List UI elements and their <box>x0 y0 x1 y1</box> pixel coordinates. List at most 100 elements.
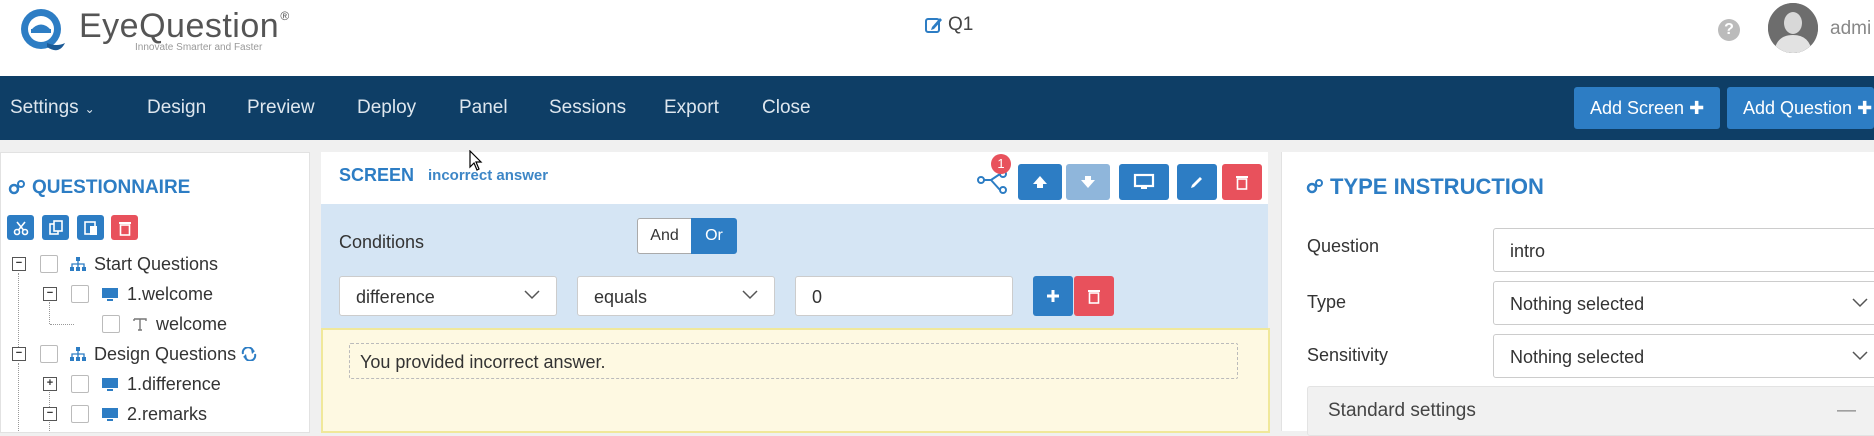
tree-item-label: Design Questions <box>94 343 237 364</box>
tree-item-remarks-screen[interactable]: − 2.remarks <box>43 401 207 427</box>
add-screen-button[interactable]: Add Screen ✚ <box>1574 87 1721 129</box>
nav-export[interactable]: Export <box>664 97 719 119</box>
add-question-button[interactable]: Add Question ✚ <box>1727 87 1874 129</box>
sitemap-icon <box>70 347 86 361</box>
collapse-icon[interactable]: − <box>12 257 26 271</box>
standard-settings-label: Standard settings <box>1328 400 1476 421</box>
copy-button[interactable] <box>42 215 69 240</box>
nav-preview[interactable]: Preview <box>247 97 315 119</box>
mouse-pointer-icon <box>469 150 483 171</box>
tree-checkbox[interactable] <box>71 285 89 303</box>
nav-design[interactable]: Design <box>147 97 206 119</box>
question-label: Question <box>1307 236 1380 256</box>
gears-icon <box>1306 179 1323 194</box>
condition-value-input[interactable]: 0 <box>795 276 1013 316</box>
question-input[interactable]: intro <box>1493 228 1874 272</box>
tree-item-label: 1.welcome <box>127 283 214 304</box>
type-instruction-panel: TYPE INSTRUCTION Question intro Type Not… <box>1281 152 1874 436</box>
arrow-up-icon <box>1033 176 1047 188</box>
preview-screen-button[interactable] <box>1119 164 1169 200</box>
chevron-down-icon <box>1852 351 1868 361</box>
move-down-button[interactable] <box>1066 164 1110 200</box>
delete-screen-button[interactable] <box>1222 164 1262 200</box>
instruction-text-editor[interactable]: You provided incorrect answer. <box>349 343 1238 379</box>
tree-guide <box>50 324 74 325</box>
nav-settings[interactable]: Settings ⌄ <box>10 97 95 119</box>
collapse-icon[interactable]: − <box>43 287 57 301</box>
logo-mark-icon <box>21 9 65 51</box>
cut-button[interactable] <box>7 215 34 240</box>
monitor-icon <box>101 377 119 391</box>
sensitivity-label: Sensitivity <box>1307 345 1389 365</box>
tree-checkbox[interactable] <box>71 375 89 393</box>
type-label: Type <box>1307 292 1347 312</box>
copy-icon <box>48 219 63 235</box>
tree-item-design-questions[interactable]: − Design Questions <box>12 341 258 367</box>
tree-checkbox[interactable] <box>71 405 89 423</box>
collapse-icon[interactable]: — <box>1837 387 1856 435</box>
logic-or-button[interactable]: Or <box>691 218 737 254</box>
text-icon <box>132 316 148 332</box>
standard-settings-header[interactable]: Standard settings — <box>1307 386 1874 436</box>
tree-item-start-questions[interactable]: − Start Questions <box>12 251 218 277</box>
plus-icon: ✚ <box>1689 98 1705 118</box>
top-header: EyeQuestion ® Innovate Smarter and Faste… <box>0 0 1874 76</box>
logo-wordmark: EyeQuestion ® Innovate Smarter and Faste… <box>79 7 289 53</box>
logic-and-button[interactable]: And <box>637 218 692 254</box>
condition-operator-select[interactable]: equals <box>577 276 775 316</box>
avatar[interactable] <box>1768 3 1818 53</box>
paste-icon <box>83 220 97 235</box>
caret-down-icon: ⌄ <box>84 102 95 116</box>
expand-icon[interactable]: + <box>43 377 57 391</box>
logo-registered: ® <box>280 9 290 23</box>
tree-checkbox[interactable] <box>40 345 58 363</box>
tree-item-welcome-screen[interactable]: − 1.welcome <box>43 281 213 307</box>
branch-count-badge: 1 <box>991 154 1011 174</box>
nav-close[interactable]: Close <box>762 97 811 119</box>
plus-icon: ✚ <box>1857 98 1873 118</box>
user-name[interactable]: admi <box>1830 18 1871 40</box>
nav-deploy[interactable]: Deploy <box>357 97 416 119</box>
edit-screen-button[interactable] <box>1177 164 1217 200</box>
tree-checkbox[interactable] <box>102 315 120 333</box>
main-navbar: Settings ⌄ Design Preview Deploy Panel Se… <box>0 76 1874 140</box>
questionnaire-title[interactable]: Q1 <box>924 14 973 36</box>
move-up-button[interactable] <box>1018 164 1062 200</box>
type-panel-title-text: TYPE INSTRUCTION <box>1330 174 1544 199</box>
screen-header: SCREEN incorrect answer 1 <box>321 152 1268 204</box>
trash-icon <box>118 221 131 236</box>
edit-icon <box>925 18 942 33</box>
tree-item-difference-screen[interactable]: + 1.difference <box>43 371 221 397</box>
screen-name[interactable]: incorrect answer <box>428 167 548 184</box>
monitor-icon <box>101 407 119 421</box>
condition-value-text: 0 <box>812 287 823 307</box>
chevron-down-icon <box>524 290 540 300</box>
nav-sessions[interactable]: Sessions <box>549 97 626 119</box>
screen-label: SCREEN <box>339 165 415 185</box>
trash-icon <box>1236 176 1248 190</box>
tree-item-welcome-question[interactable]: welcome <box>102 311 227 337</box>
add-condition-button[interactable] <box>1033 276 1073 316</box>
tree-checkbox[interactable] <box>40 255 58 273</box>
type-select[interactable]: Nothing selected <box>1493 281 1874 325</box>
logo-name: EyeQuestion <box>79 7 280 45</box>
nav-panel[interactable]: Panel <box>459 97 508 119</box>
type-panel-title: TYPE INSTRUCTION <box>1306 174 1544 200</box>
tree-item-label: welcome <box>156 313 228 334</box>
add-question-label: Add Question <box>1743 98 1853 118</box>
branching-button[interactable]: 1 <box>977 154 1011 199</box>
delete-button[interactable] <box>111 215 138 240</box>
collapse-icon[interactable]: − <box>43 407 57 421</box>
paste-button[interactable] <box>77 215 104 240</box>
help-icon[interactable]: ? <box>1718 19 1740 41</box>
questionnaire-panel-title: QUESTIONNAIRE <box>8 177 190 199</box>
collapse-icon[interactable]: − <box>12 347 26 361</box>
condition-operator-value: equals <box>594 287 648 307</box>
condition-field-select[interactable]: difference <box>339 276 557 316</box>
questionnaire-title-text: Q1 <box>948 14 974 35</box>
remove-condition-button[interactable] <box>1074 276 1114 316</box>
sensitivity-select-value: Nothing selected <box>1510 347 1645 367</box>
eyequestion-logo[interactable]: EyeQuestion ® Innovate Smarter and Faste… <box>17 3 289 57</box>
sensitivity-select[interactable]: Nothing selected <box>1493 334 1874 378</box>
screen-editor-panel: SCREEN incorrect answer 1 Conditions And… <box>321 152 1270 433</box>
